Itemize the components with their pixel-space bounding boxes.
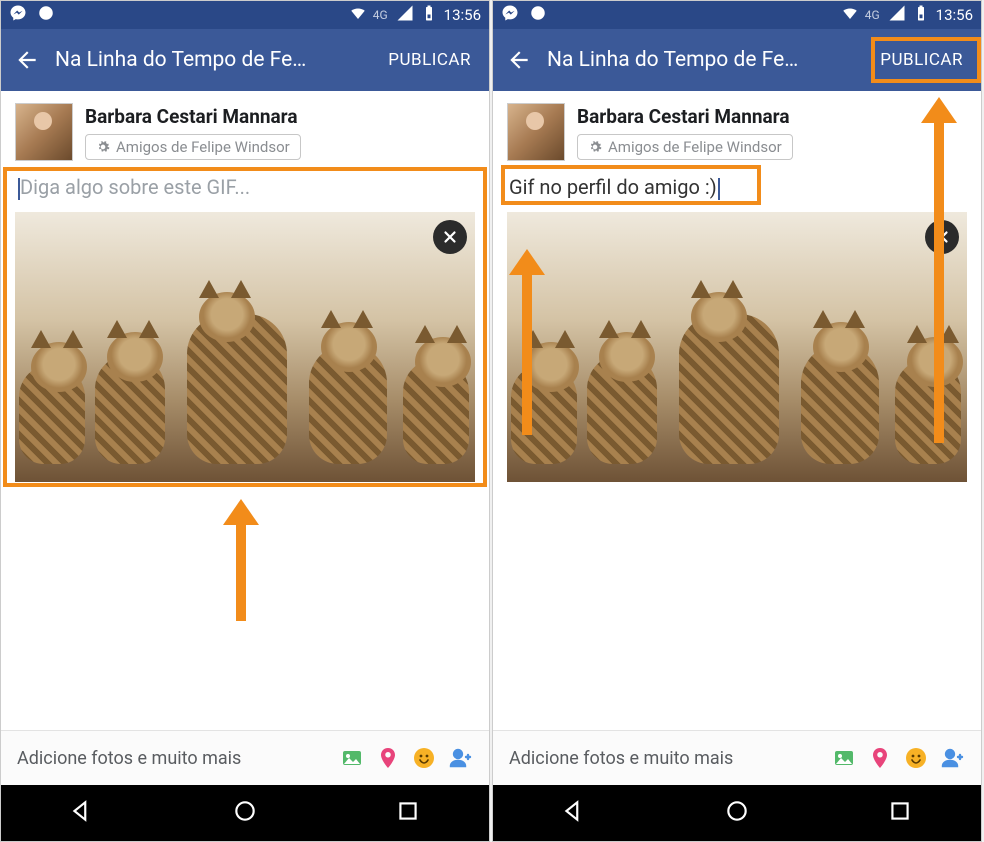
signal-icon [396,4,414,26]
android-nav-bar [493,785,981,841]
phone-screen-left: 4G 13:56 Na Linha do Tempo de Fe… PUBLIC… [0,0,490,842]
wifi-icon [841,4,859,26]
clock-label: 13:56 [444,6,481,24]
audience-selector[interactable]: Amigos de Felipe Windsor [577,134,793,160]
compose-app-bar: Na Linha do Tempo de Fe… PUBLICAR [1,29,489,91]
network-type-label: 4G [373,8,388,22]
location-icon[interactable] [867,745,893,771]
post-author-row: Barbara Cestari Mannara Amigos de Felipe… [1,91,489,167]
author-name: Barbara Cestari Mannara [85,105,301,128]
photo-icon[interactable] [831,745,857,771]
emoji-icon[interactable] [903,745,929,771]
nav-recent-button[interactable] [887,798,913,828]
publish-button[interactable]: PUBLICAR [870,42,973,78]
nav-back-button[interactable] [69,798,95,828]
compose-text-value: Gif no perfil do amigo :) [509,175,717,199]
text-cursor [718,178,720,200]
attachment-bar[interactable]: Adicione fotos e muito mais [493,730,981,785]
compose-text-input[interactable]: Diga algo sobre este GIF... [15,169,475,206]
audience-label: Amigos de Felipe Windsor [608,138,782,156]
photo-icon[interactable] [339,745,365,771]
author-name: Barbara Cestari Mannara [577,105,793,128]
author-avatar[interactable] [15,103,73,161]
nav-home-button[interactable] [232,798,258,828]
messenger-icon [501,4,519,26]
gif-cat-illustration [95,354,165,464]
compose-area: Diga algo sobre este GIF... [1,167,489,492]
gif-attachment-preview[interactable] [507,212,967,482]
gif-cat-illustration [403,359,469,464]
nav-back-button[interactable] [561,798,587,828]
gif-attachment-preview[interactable] [15,212,475,482]
remove-attachment-button[interactable] [925,220,959,254]
attachment-bar-label: Adicione fotos e muito mais [509,748,821,769]
battery-icon [912,4,930,26]
remove-attachment-button[interactable] [433,220,467,254]
phone-screen-right: 4G 13:56 Na Linha do Tempo de Fe… PUBLIC… [492,0,982,842]
network-type-label: 4G [865,8,880,22]
clock-label: 13:56 [936,6,973,24]
audience-label: Amigos de Felipe Windsor [116,138,290,156]
gif-cat-illustration [511,364,577,464]
gif-cat-illustration [587,354,657,464]
gif-cat-illustration [309,344,387,464]
attachment-bar[interactable]: Adicione fotos e muito mais [1,730,489,785]
gif-cat-illustration [679,314,779,464]
facebook-notification-icon [529,4,547,26]
back-button[interactable] [501,42,537,78]
compose-placeholder-text: Diga algo sobre este GIF... [20,175,250,199]
audience-selector[interactable]: Amigos de Felipe Windsor [85,134,301,160]
location-icon[interactable] [375,745,401,771]
compose-app-bar: Na Linha do Tempo de Fe… PUBLICAR [493,29,981,91]
messenger-icon [9,4,27,26]
compose-area: Gif no perfil do amigo :) [493,167,981,492]
tag-person-icon[interactable] [447,745,473,771]
tag-person-icon[interactable] [939,745,965,771]
compose-title: Na Linha do Tempo de Fe… [547,48,870,72]
back-button[interactable] [9,42,45,78]
attachment-bar-label: Adicione fotos e muito mais [17,748,329,769]
facebook-notification-icon [37,4,55,26]
android-status-bar: 4G 13:56 [1,1,489,29]
publish-button[interactable]: PUBLICAR [378,42,481,78]
close-icon [933,228,951,246]
wifi-icon [349,4,367,26]
android-status-bar: 4G 13:56 [493,1,981,29]
gear-icon [96,140,110,154]
nav-recent-button[interactable] [395,798,421,828]
nav-home-button[interactable] [724,798,750,828]
android-nav-bar [1,785,489,841]
close-icon [441,228,459,246]
compose-text-input[interactable]: Gif no perfil do amigo :) [507,169,967,206]
battery-icon [420,4,438,26]
gear-icon [588,140,602,154]
gif-cat-illustration [187,314,287,464]
signal-icon [888,4,906,26]
gif-cat-illustration [19,364,85,464]
gif-cat-illustration [895,359,961,464]
compose-title: Na Linha do Tempo de Fe… [55,48,378,72]
author-avatar[interactable] [507,103,565,161]
emoji-icon[interactable] [411,745,437,771]
gif-cat-illustration [801,344,879,464]
post-author-row: Barbara Cestari Mannara Amigos de Felipe… [493,91,981,167]
